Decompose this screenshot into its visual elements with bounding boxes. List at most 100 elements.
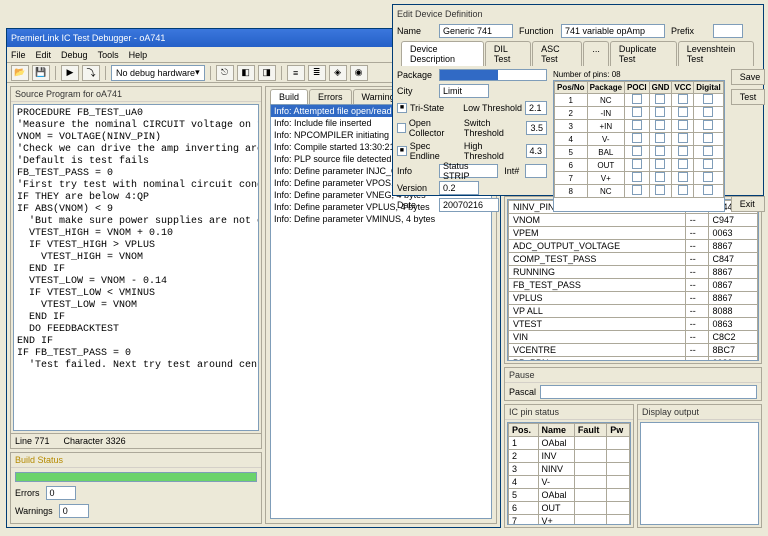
tristate-check[interactable]: Tri-State Low Threshold 2.1: [397, 101, 547, 115]
version-label: Version: [397, 183, 433, 193]
grid-row[interactable]: 7V+: [555, 172, 724, 185]
display-output: [640, 422, 759, 525]
toolbar-run-icon[interactable]: ▶: [61, 65, 79, 81]
toolbar-open-icon[interactable]: 📂: [11, 65, 29, 81]
status-char: Character 3326: [64, 436, 126, 446]
variables-table[interactable]: NINV_PIN--0044VNOM--C947VPEM--0063ADC_OU…: [507, 199, 759, 361]
pin-row[interactable]: 3NINV: [509, 463, 630, 476]
variable-row[interactable]: VTEST--0863: [509, 318, 758, 331]
source-title: Source Program for oA741: [11, 87, 261, 102]
warnings-label: Warnings: [15, 506, 53, 516]
package-label: Package: [397, 70, 433, 80]
save-button[interactable]: Save: [731, 69, 765, 85]
date-input[interactable]: 20070216: [439, 198, 499, 212]
name-label: Name: [397, 26, 433, 36]
display-title: Display output: [638, 405, 761, 420]
city-combo[interactable]: Limit: [439, 84, 489, 98]
pin-row[interactable]: 7V+: [509, 515, 630, 526]
menu-file[interactable]: File: [11, 50, 26, 60]
toolbar-btn-g[interactable]: ◉: [350, 65, 368, 81]
tab-asctest[interactable]: ASC Test: [532, 41, 582, 66]
toolbar-btn-e[interactable]: ≣: [308, 65, 326, 81]
pin-row[interactable]: 4V-: [509, 476, 630, 489]
build-status-title: Build Status: [11, 453, 261, 468]
variable-row[interactable]: RUNNING--8867: [509, 266, 758, 279]
grid-row[interactable]: 6OUT: [555, 159, 724, 172]
toolbar-btn-d[interactable]: ≡: [287, 65, 305, 81]
editor-status: Line 771 Character 3326: [11, 433, 261, 448]
grid-row[interactable]: 3+IN: [555, 120, 724, 133]
toolbar-save-icon[interactable]: 💾: [32, 65, 50, 81]
grid-row[interactable]: 4V-: [555, 133, 724, 146]
pinstatus-title: IC pin status: [505, 405, 633, 420]
test-button[interactable]: Test: [731, 89, 765, 105]
pin-row[interactable]: 6OUT: [509, 502, 630, 515]
prefix-label: Prefix: [671, 26, 707, 36]
version-input[interactable]: 0.2: [439, 181, 479, 195]
name-input[interactable]: Generic 741: [439, 24, 513, 38]
exit-button[interactable]: Exit: [731, 196, 765, 212]
menu-help[interactable]: Help: [129, 50, 148, 60]
grid-row[interactable]: 8NC: [555, 185, 724, 198]
pause-label: Pascal: [509, 387, 536, 397]
function-label: Function: [519, 26, 555, 36]
variable-row[interactable]: ADC_OUTPUT_VOLTAGE--8867: [509, 240, 758, 253]
errors-value: 0: [46, 486, 76, 500]
int-label: Int#: [504, 166, 519, 176]
tristate-field[interactable]: 2.1: [525, 101, 547, 115]
function-input[interactable]: 741 variable opAmp: [561, 24, 665, 38]
toolbar-btn-f[interactable]: ◈: [329, 65, 347, 81]
errors-label: Errors: [15, 488, 40, 498]
variable-row[interactable]: VP ALL--8088: [509, 305, 758, 318]
rows-label: Number of pins: 08: [553, 69, 725, 80]
toolbar-btn-b[interactable]: ◧: [237, 65, 255, 81]
tab-diltest[interactable]: DIL Test: [485, 41, 531, 66]
menu-debug[interactable]: Debug: [61, 50, 88, 60]
dialog-title: Edit Device Definition: [397, 9, 759, 21]
variable-row[interactable]: VPEM--0063: [509, 227, 758, 240]
build-progress: [15, 472, 257, 482]
info-label: Info: [397, 166, 433, 176]
pin-grid[interactable]: Pos/NoPackagePOCIGNDVCCDigital1NC2-IN3+I…: [553, 80, 725, 212]
variable-row[interactable]: VIN--C8C2: [509, 331, 758, 344]
grid-row[interactable]: 2-IN: [555, 107, 724, 120]
variable-row[interactable]: VPLUS--8867: [509, 292, 758, 305]
main-title: PremierLink IC Test Debugger - oA741: [11, 33, 165, 43]
status-line: Line 771: [15, 436, 50, 446]
grid-row[interactable]: 1NC: [555, 94, 724, 107]
tab-lev[interactable]: Levenshtein Test: [678, 41, 754, 66]
opencol-field[interactable]: 3.5: [526, 121, 547, 135]
pause-input[interactable]: [540, 385, 757, 399]
specend-check[interactable]: Spec Endline High Threshold 4.3: [397, 141, 547, 161]
toolbar-btn-a[interactable]: ⎋: [216, 65, 234, 81]
specend-field[interactable]: 4.3: [526, 144, 548, 158]
variable-row[interactable]: FB_TEST_PASS--0867: [509, 279, 758, 292]
tab-devdesc[interactable]: Device Description: [401, 41, 484, 66]
hardware-combo[interactable]: No debug hardware▾: [111, 65, 205, 81]
variable-row[interactable]: VCENTRE--8BC7: [509, 344, 758, 357]
tab-build[interactable]: Build: [270, 89, 308, 104]
pin-row[interactable]: 1OAbal: [509, 437, 630, 450]
date-label: Date: [397, 200, 433, 210]
pin-table[interactable]: Pos.NameFaultPw1OAbal2INV3NINV4V-5OAbal6…: [507, 422, 631, 525]
tab-errors[interactable]: Errors: [309, 89, 352, 104]
pin-row[interactable]: 2INV: [509, 450, 630, 463]
opencol-check[interactable]: Open Collector Switch Threshold 3.5: [397, 118, 547, 138]
variable-row[interactable]: BP_PBN--0020: [509, 357, 758, 362]
pin-row[interactable]: 5OAbal: [509, 489, 630, 502]
grid-row[interactable]: 5BAL: [555, 146, 724, 159]
toolbar-step-icon[interactable]: ⤵: [82, 65, 100, 81]
package-progress: [439, 69, 547, 81]
city-label: City: [397, 86, 433, 96]
tab-dup[interactable]: Duplicate Test: [610, 41, 677, 66]
menu-edit[interactable]: Edit: [36, 50, 52, 60]
warnings-value: 0: [59, 504, 89, 518]
toolbar-btn-c[interactable]: ◨: [258, 65, 276, 81]
tab-more[interactable]: ...: [583, 41, 609, 66]
info-input[interactable]: Status STRIP: [439, 164, 498, 178]
variable-row[interactable]: COMP_TEST_PASS--C847: [509, 253, 758, 266]
prefix-input[interactable]: [713, 24, 743, 38]
menu-tools[interactable]: Tools: [98, 50, 119, 60]
int-input[interactable]: [525, 164, 547, 178]
source-editor[interactable]: PROCEDURE FB_TEST_uA0 'Measure the nomin…: [13, 104, 259, 431]
